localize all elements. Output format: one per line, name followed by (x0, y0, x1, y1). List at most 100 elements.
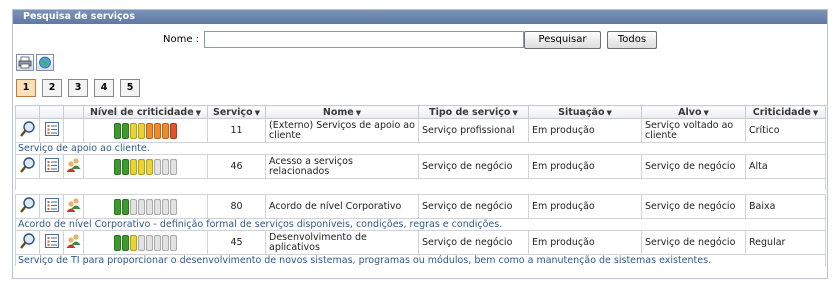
sort-icon: ▼ (512, 108, 518, 117)
view-details-icon (19, 197, 35, 213)
col-criticality-level[interactable]: Nível de criticidade ▼ (83, 105, 208, 119)
list-button[interactable] (39, 230, 64, 255)
col-name[interactable]: Nome ▼ (265, 105, 419, 119)
name-search-input[interactable] (204, 31, 524, 48)
table-row[interactable]: 80 Acordo de nível Corporativo Serviço de … (15, 194, 826, 219)
page-3-button[interactable]: 3 (68, 79, 88, 97)
people-button (63, 118, 84, 143)
list-icon (44, 158, 59, 172)
description-row: Serviço de TI para proporcionar o desenv… (15, 254, 826, 266)
service-target: Serviço de negócio (641, 154, 746, 179)
criticality-bar (138, 122, 145, 139)
service-target: Serviço voltado ao cliente (641, 118, 746, 143)
criticality-bar (154, 198, 161, 215)
search-row: Nome : Pesquisar Todos (13, 30, 827, 50)
criticality-level-cell (83, 118, 208, 143)
page-4-button[interactable]: 4 (94, 79, 114, 97)
people-icon (66, 198, 80, 212)
criticality-bar (162, 198, 169, 215)
list-icon (44, 198, 59, 212)
criticality-bars (87, 158, 204, 175)
service-number: 11 (207, 118, 266, 143)
criticality-bar (162, 158, 169, 175)
service-name: (Externo) Serviços de apoio ao cliente (265, 118, 419, 143)
people-icon (66, 234, 80, 248)
view-details-icon (19, 121, 35, 137)
list-button[interactable] (39, 118, 64, 143)
search-button[interactable]: Pesquisar (524, 31, 601, 49)
criticality-bar (130, 122, 137, 139)
col-target[interactable]: Alvo ▼ (641, 105, 746, 119)
criticality-bar (138, 234, 145, 251)
service-type: Serviço profissional (418, 118, 529, 143)
all-button[interactable]: Todos (607, 31, 657, 49)
service-status: Em produção (528, 194, 642, 219)
table-row[interactable]: 11 (Externo) Serviços de apoio ao cliente… (15, 118, 826, 143)
panel-title: Pesquisa de serviços (13, 10, 827, 24)
criticality-bar (122, 198, 129, 215)
view-details-icon (19, 157, 35, 173)
criticality-bar (122, 234, 129, 251)
criticality-bars (87, 198, 204, 215)
view-details-icon (19, 233, 35, 249)
service-number: 46 (207, 154, 266, 179)
criticality-bar (154, 158, 161, 175)
criticality-bar (170, 158, 177, 175)
page-1-button[interactable]: 1 (16, 79, 36, 97)
table-header-row: Nível de criticidade ▼ Serviço ▼ Nome ▼ Tip… (15, 105, 826, 119)
criticality-bar (114, 234, 121, 251)
globe-icon (39, 56, 51, 69)
service-target: Serviço de negócio (641, 194, 746, 219)
criticality-bars (87, 234, 204, 251)
print-button[interactable] (16, 54, 34, 71)
list-icon (44, 122, 59, 136)
people-button[interactable] (63, 230, 84, 255)
table-row[interactable]: 46 Acesso a serviços relacionados Serviço … (15, 154, 826, 179)
col-service[interactable]: Serviço ▼ (207, 105, 266, 119)
criticality-bar (170, 198, 177, 215)
page-5-button[interactable]: 5 (120, 79, 140, 97)
criticality-bar (130, 234, 137, 251)
list-button[interactable] (39, 194, 64, 219)
service-description: Serviço de TI para proporcionar o desenv… (15, 254, 826, 266)
criticality-bar (146, 198, 153, 215)
service-description: Acordo de nível Corporativo - definição … (15, 218, 826, 231)
people-button[interactable] (63, 194, 84, 219)
service-criticality: Alta (745, 154, 826, 179)
criticality-bar (170, 234, 177, 251)
sort-icon: ▼ (195, 108, 202, 117)
criticality-bar (146, 158, 153, 175)
criticality-level-cell (83, 230, 208, 255)
criticality-bar (146, 122, 153, 139)
col-status[interactable]: Situação ▼ (528, 105, 642, 119)
col-criticality[interactable]: Criticidade ▼ (745, 105, 826, 119)
service-type: Serviço de negócio (418, 230, 529, 255)
criticality-bar (114, 198, 121, 215)
view-button[interactable] (15, 154, 40, 179)
service-criticality: Baixa (745, 194, 826, 219)
globe-button[interactable] (36, 54, 54, 71)
service-criticality: Crítico (745, 118, 826, 143)
view-button[interactable] (15, 194, 40, 219)
people-icon (66, 158, 80, 172)
criticality-bar (138, 198, 145, 215)
name-label: Nome : (163, 34, 200, 45)
criticality-bar (170, 122, 177, 139)
view-button[interactable] (15, 118, 40, 143)
page-2-button[interactable]: 2 (42, 79, 62, 97)
criticality-level-cell (83, 154, 208, 179)
table-row[interactable]: 45 Desenvolvimento de aplicativos Serviço … (15, 230, 826, 255)
service-status: Em produção (528, 230, 642, 255)
list-button[interactable] (39, 154, 64, 179)
service-number: 45 (207, 230, 266, 255)
criticality-bar (154, 234, 161, 251)
description-row: Acordo de nível Corporativo - definição … (15, 218, 826, 231)
criticality-bar (162, 234, 169, 251)
service-type: Serviço de negócio (418, 194, 529, 219)
criticality-bar (114, 122, 121, 139)
view-button[interactable] (15, 230, 40, 255)
criticality-bar (130, 158, 137, 175)
col-service-type[interactable]: Tipo de serviço ▼ (418, 105, 529, 119)
people-button[interactable] (63, 154, 84, 179)
description-row (15, 178, 826, 190)
